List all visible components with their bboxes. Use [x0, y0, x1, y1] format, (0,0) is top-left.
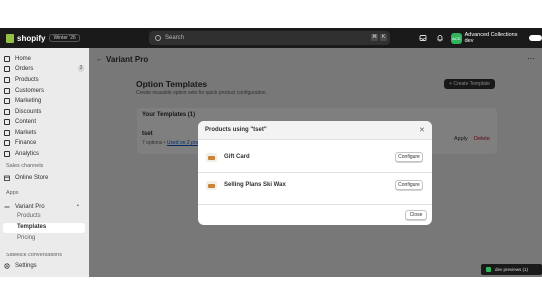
- sidebar-subitem-products[interactable]: Products: [17, 213, 41, 219]
- sidebar-item-discounts[interactable]: Discounts: [4, 107, 41, 117]
- configure-button[interactable]: Configure: [395, 152, 423, 162]
- sidebar-item-settings[interactable]: Settings: [4, 261, 37, 271]
- customers-icon: [4, 88, 10, 94]
- shortcut-key-k: K: [380, 34, 387, 41]
- shortcut-key-cmd: ⌘: [371, 34, 378, 41]
- sidebar-item-label: Analytics: [15, 151, 40, 157]
- sidebar-item-marketing[interactable]: Marketing: [4, 96, 41, 106]
- store-status-pill: [528, 35, 542, 41]
- sidebar-item-orders[interactable]: Orders: [4, 64, 33, 74]
- sidebar-item-analytics[interactable]: Analytics: [4, 149, 39, 159]
- content-icon: [4, 119, 10, 125]
- sidebar-item-content[interactable]: Content: [4, 117, 36, 127]
- search-input[interactable]: Search ⌘ K: [149, 31, 390, 45]
- sidebar-item-products[interactable]: Products: [4, 75, 39, 85]
- top-bar: shopify Winter '26 Search ⌘ K ACD Advanc…: [0, 28, 542, 48]
- store-switcher[interactable]: ACD Advanced Collections dev: [451, 32, 542, 44]
- sidebar-item-label: Marketing: [15, 98, 42, 104]
- apps-label[interactable]: Apps: [6, 190, 19, 196]
- sales-channels-label[interactable]: Sales channels: [6, 163, 43, 169]
- edition-badge: Winter '26: [49, 34, 80, 42]
- brand-name: shopify: [17, 33, 46, 43]
- pinned-label: Sidekick conversations: [6, 253, 62, 257]
- modal-footer: Close: [198, 204, 432, 225]
- dev-previews-bar[interactable]: dev previews (1): [481, 264, 542, 275]
- letterbox-top: [0, 0, 542, 28]
- inbox-icon[interactable]: [419, 34, 427, 42]
- marketing-icon: [4, 98, 10, 104]
- letterbox-bottom: [0, 277, 542, 305]
- app-icon: [4, 206, 10, 208]
- shopify-bag-icon: [6, 33, 14, 43]
- sidebar-item-markets[interactable]: Markets: [4, 128, 36, 138]
- product-name: Selling Plans Ski Wax: [224, 182, 286, 188]
- discounts-icon: [4, 109, 10, 115]
- sidebar-item-label: Customers: [15, 88, 45, 94]
- bell-icon[interactable]: [436, 34, 444, 42]
- sidebar-item-label: Home: [15, 56, 32, 62]
- store-name: Advanced Collections dev: [464, 32, 518, 44]
- dev-previews-label: dev previews (1): [495, 267, 529, 272]
- product-thumbnail: [206, 153, 217, 162]
- modal-header: Products using "tset" ✕: [198, 121, 432, 140]
- products-icon: [4, 77, 10, 83]
- sidebar-item-label: Products: [15, 77, 39, 83]
- sidebar-item-label: Settings: [15, 263, 37, 269]
- modal-title: Products using "tset": [205, 127, 267, 133]
- products-modal: Products using "tset" ✕ Gift Card Config…: [198, 121, 432, 225]
- pin-icon[interactable]: •: [77, 203, 79, 209]
- sidebar-item-customers[interactable]: Customers: [4, 86, 44, 96]
- close-button[interactable]: Close: [405, 210, 427, 220]
- orders-count-badge: 3: [78, 65, 84, 72]
- sidebar-item-label: Content: [15, 119, 37, 125]
- sidebar-item-variant-pro[interactable]: Variant Pro: [4, 202, 45, 212]
- product-thumbnail: [206, 181, 217, 190]
- home-icon: [4, 56, 10, 62]
- shopify-logo[interactable]: shopify: [6, 33, 46, 43]
- sidebar-subitem-pricing[interactable]: Pricing: [17, 235, 35, 241]
- sidebar-item-online-store[interactable]: Online Store: [4, 173, 48, 183]
- sidebar-item-label: Markets: [15, 130, 37, 136]
- sidebar-item-home[interactable]: Home: [4, 54, 31, 64]
- finance-icon: [4, 140, 10, 146]
- sidebar-item-label: Variant Pro: [15, 204, 45, 210]
- preview-icon: [486, 267, 491, 272]
- analytics-icon: [4, 151, 10, 157]
- orders-icon: [4, 66, 10, 72]
- sidebar-item-label: Finance: [15, 140, 37, 146]
- sidebar-subitem-templates[interactable]: Templates: [17, 224, 46, 230]
- app-window: shopify Winter '26 Search ⌘ K ACD Advanc…: [0, 0, 542, 305]
- sidebar-item-finance[interactable]: Finance: [4, 138, 36, 148]
- sidebar-item-label: Orders: [15, 66, 34, 72]
- product-name: Gift Card: [224, 154, 250, 160]
- markets-icon: [4, 130, 10, 136]
- store-icon: [4, 175, 10, 181]
- store-avatar: ACD: [451, 32, 462, 44]
- search-icon: [155, 35, 161, 41]
- list-item: Selling Plans Ski Wax Configure: [198, 172, 432, 200]
- close-icon[interactable]: ✕: [419, 126, 425, 134]
- sidebar-item-label: Discounts: [15, 109, 42, 115]
- gear-icon: [4, 263, 10, 269]
- search-placeholder: Search: [165, 35, 185, 41]
- sidebar-item-label: Online Store: [15, 175, 49, 181]
- configure-button[interactable]: Configure: [395, 180, 423, 190]
- list-item: Gift Card Configure: [198, 144, 432, 172]
